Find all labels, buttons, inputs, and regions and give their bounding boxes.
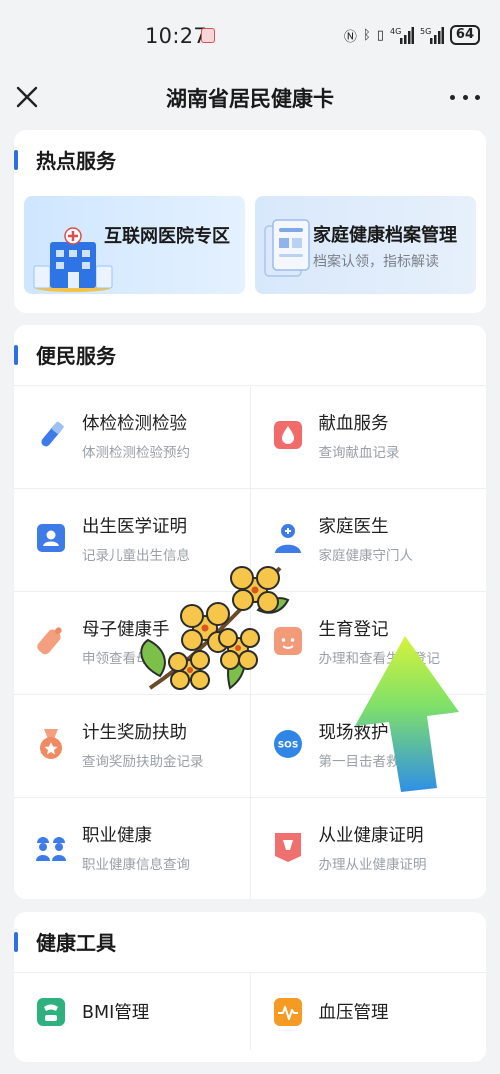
tool-label: 血压管理 <box>318 1003 389 1023</box>
service-occupational-health[interactable]: 职业健康 职业健康信息查询 <box>14 798 250 899</box>
service-birth-certificate[interactable]: 出生医学证明 记录儿童出生信息 <box>14 489 250 591</box>
service-label: 生育登记 <box>318 620 389 640</box>
sos-icon: SOS <box>273 730 302 758</box>
service-desc: 体测检测检验预约 <box>82 445 190 461</box>
section-header: 热点服务 <box>14 130 486 190</box>
status-icons: Ⓝ ᛒ ▯ 4G 5G 64 <box>344 25 480 45</box>
baby-bottle-icon <box>37 627 62 655</box>
family-health-record-subtitle: 档案认领，指标解读 <box>313 254 439 270</box>
tool-bmi[interactable]: BMI管理 <box>14 973 250 1050</box>
tool-blood-pressure[interactable]: 血压管理 <box>249 973 487 1050</box>
signal-4g-icon: 4G <box>390 27 414 44</box>
id-card-icon <box>37 524 65 552</box>
service-desc: 办理和查看生育登记 <box>318 651 441 667</box>
service-desc: 职业健康信息查询 <box>82 857 190 873</box>
section-header: 健康工具 <box>14 912 486 972</box>
service-physical-exam[interactable]: 体检检测检验 体测检测检验预约 <box>14 386 250 488</box>
tool-label: BMI管理 <box>82 1003 150 1023</box>
hot-services-card: 热点服务 互联网医院专区 家庭健康档案管理 档案认领，指标解读 <box>14 130 486 313</box>
service-label: 计生奖励扶助 <box>82 723 187 743</box>
scale-icon <box>37 998 65 1026</box>
vibrate-icon: ▯ <box>376 27 384 43</box>
svg-text:SOS: SOS <box>277 741 298 751</box>
health-tools-heading: 健康工具 <box>36 931 116 955</box>
notification-icon <box>201 28 215 43</box>
convenience-services-heading: 便民服务 <box>36 344 116 368</box>
service-desc: 申领查看母子 <box>82 651 163 667</box>
internet-hospital-banner[interactable]: 互联网医院专区 <box>24 196 245 294</box>
service-maternal-child-handbook[interactable]: 母子健康手 申领查看母子 <box>14 592 250 694</box>
service-label: 母子健康手 <box>82 620 170 640</box>
test-tube-icon <box>41 421 64 447</box>
section-header: 便民服务 <box>14 325 486 385</box>
service-label: 出生医学证明 <box>82 517 187 537</box>
health-tools-card: 健康工具 BMI管理 血压管理 <box>14 912 486 1062</box>
section-accent-bar <box>14 932 18 952</box>
workers-icon <box>36 837 66 861</box>
service-family-planning-reward[interactable]: 计生奖励扶助 查询奖励扶助金记录 <box>14 695 250 797</box>
convenience-services-card: 便民服务 体检检测检验 体测检测检验预约 献血服务 查询献血记录 出生医学证明 … <box>14 325 486 899</box>
doctor-icon <box>274 524 301 553</box>
section-accent-bar <box>14 345 18 365</box>
service-employment-health-cert[interactable]: 从业健康证明 办理从业健康证明 <box>249 798 487 899</box>
blood-drop-icon <box>273 421 302 449</box>
service-family-doctor[interactable]: 家庭医生 家庭健康守门人 <box>249 489 487 591</box>
bluetooth-icon: ᛒ <box>362 27 371 43</box>
service-desc: 查询奖励扶助金记录 <box>82 754 204 770</box>
service-birth-registration[interactable]: 生育登记 办理和查看生育登记 <box>249 592 487 694</box>
svg-text:5G: 5G <box>420 27 431 36</box>
section-accent-bar <box>14 150 18 170</box>
service-label: 家庭医生 <box>318 517 389 537</box>
status-time: 10:27 <box>145 24 208 48</box>
service-desc: 办理从业健康证明 <box>318 857 427 873</box>
status-bar: 10:27 Ⓝ ᛒ ▯ 4G 5G 64 <box>0 0 500 70</box>
more-options-icon[interactable] <box>450 82 480 112</box>
service-desc: 家庭健康守门人 <box>318 548 414 564</box>
svg-text:4G: 4G <box>390 27 401 36</box>
blood-pressure-icon <box>273 998 302 1026</box>
internet-hospital-title: 互联网医院专区 <box>104 226 230 247</box>
service-label: 职业健康 <box>82 826 152 846</box>
service-label: 从业健康证明 <box>318 826 424 846</box>
battery-icon: 64 <box>449 25 480 45</box>
medal-icon <box>40 729 62 759</box>
family-health-record-banner[interactable]: 家庭健康档案管理 档案认领，指标解读 <box>255 196 476 294</box>
title-bar: 湖南省居民健康卡 <box>0 70 500 126</box>
service-desc: 第一目击者救护 <box>318 754 414 770</box>
service-label: 献血服务 <box>318 414 389 434</box>
signal-5g-icon: 5G <box>420 27 444 44</box>
service-desc: 记录儿童出生信息 <box>82 548 190 564</box>
page-title: 湖南省居民健康卡 <box>166 87 334 111</box>
service-label: 体检检测检验 <box>82 414 187 434</box>
health-record-icon <box>264 219 310 277</box>
service-desc: 查询献血记录 <box>318 445 400 461</box>
hot-services-heading: 热点服务 <box>36 149 116 173</box>
service-blood-donation[interactable]: 献血服务 查询献血记录 <box>249 386 487 488</box>
family-health-record-title: 家庭健康档案管理 <box>313 225 457 246</box>
nfc-icon: Ⓝ <box>343 29 357 45</box>
baby-face-icon <box>273 627 302 655</box>
certificate-icon <box>274 833 301 862</box>
service-label: 现场救护 <box>318 723 389 743</box>
service-first-aid[interactable]: SOS 现场救护 第一目击者救护 <box>249 695 487 797</box>
